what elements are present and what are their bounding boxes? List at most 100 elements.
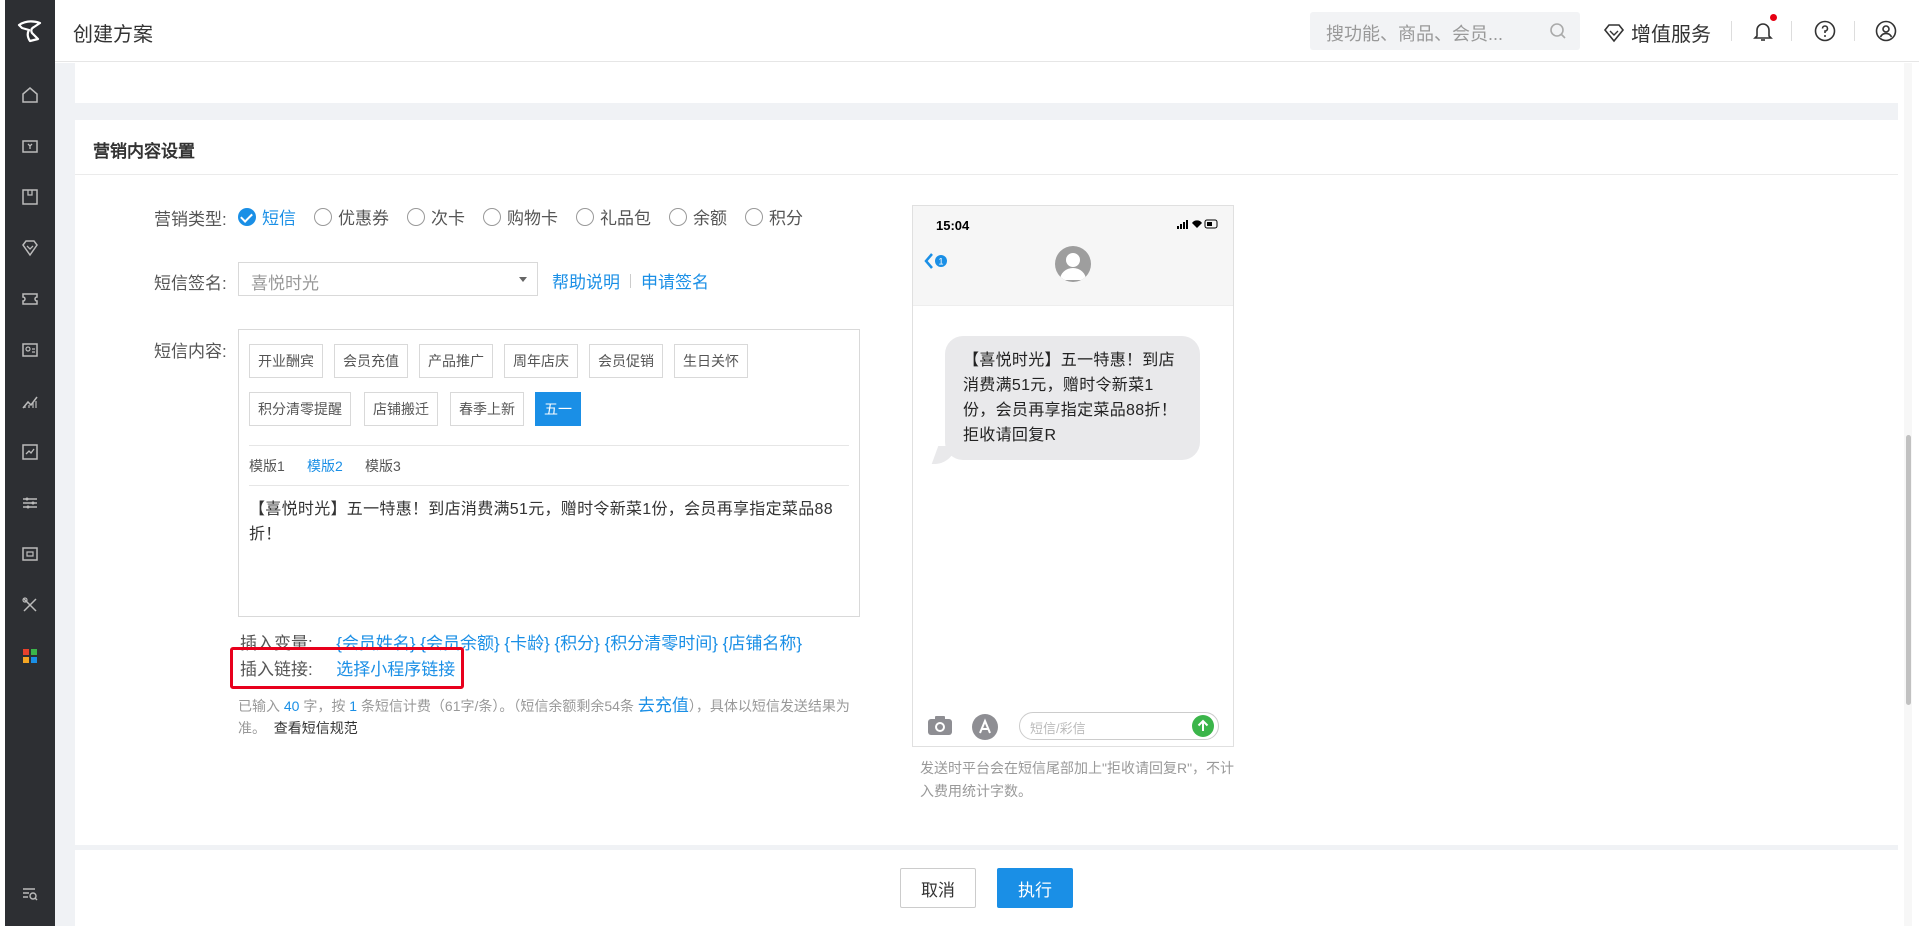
phone-preview: 15:04 1 【喜悦时光】五一特惠！到店消费满51元，赠时令新菜1份，会员再享… (912, 205, 1234, 747)
search-box[interactable]: 搜功能、商品、会员... (1310, 12, 1580, 50)
sms-textarea[interactable]: 【喜悦时光】五一特惠！到店消费满51元，赠时令新菜1份，会员再享指定菜品88折！ (249, 497, 849, 547)
note-text: 字，按 (303, 698, 346, 714)
report-icon[interactable] (5, 432, 55, 472)
highlight-box (230, 647, 464, 689)
phone-footnote: 发送时平台会在短信尾部加上"拒收请回复R"，不计入费用统计字数。 (920, 760, 1235, 799)
goods-icon[interactable] (5, 177, 55, 217)
tag-button[interactable]: 产品推广 (419, 344, 493, 378)
message-bubble: 【喜悦时光】五一特惠！到店消费满51元，赠时令新菜1份，会员再享指定菜品88折！… (945, 336, 1200, 460)
stats-icon[interactable] (5, 381, 55, 421)
chevron-down-icon (519, 277, 527, 282)
section-title: 营销内容设置 (93, 142, 195, 161)
radio-gift-pack[interactable]: 礼品包 (576, 204, 651, 229)
cashier-icon[interactable] (5, 126, 55, 166)
radio-shopping-card[interactable]: 购物卡 (483, 204, 558, 229)
radio-circle (669, 207, 687, 226)
tag-button[interactable]: 春季上新 (450, 392, 524, 426)
radio-balance[interactable]: 余额 (669, 204, 727, 229)
radio-label: 优惠券 (338, 209, 389, 228)
signal-wifi-battery-icon (1177, 219, 1219, 232)
variable-link[interactable]: {店铺名称} (723, 634, 802, 653)
template-tab[interactable]: 模版1 (249, 456, 285, 476)
logo-icon[interactable] (5, 0, 55, 62)
user-avatar-icon[interactable] (1872, 17, 1900, 45)
unread-badge: 1 (938, 257, 943, 267)
input-placeholder: 短信/彩信 (1030, 721, 1086, 736)
tag-button[interactable]: 周年店庆 (504, 344, 578, 378)
diamond-icon (1603, 23, 1625, 42)
phone-message-input: 短信/彩信 (1019, 712, 1219, 740)
tag-button[interactable]: 积分清零提醒 (249, 392, 351, 426)
check-icon (238, 207, 256, 226)
camera-icon (928, 716, 952, 735)
radio-label: 礼品包 (600, 209, 651, 228)
template-tab-active[interactable]: 模版2 (307, 456, 343, 476)
vas-label: 增值服务 (1631, 24, 1711, 46)
radio-label: 购物卡 (507, 209, 558, 228)
signature-links: 帮助说明 申请签名 (552, 268, 709, 293)
home-icon[interactable] (5, 75, 55, 115)
search-input[interactable]: 搜功能、商品、会员... (1326, 20, 1503, 46)
previous-panel (75, 63, 1898, 103)
tag-button[interactable]: 开业酬宾 (249, 344, 323, 378)
char-count-note: 已输入 40 字，按 1 条短信计费（61字/条）。（短信余额剩余54条 去充值… (238, 695, 860, 739)
divider (1791, 21, 1792, 41)
signature-select[interactable]: 喜悦时光 (238, 262, 538, 296)
back-icon: 1 (923, 251, 951, 274)
divider (75, 174, 1898, 175)
tag-button[interactable]: 会员充值 (334, 344, 408, 378)
note-text: 已输入 (238, 698, 280, 714)
notification-dot (1770, 14, 1777, 21)
radio-label: 余额 (693, 209, 727, 228)
recharge-link[interactable]: 去充值 (638, 696, 689, 715)
type-label: 营销类型: (154, 210, 227, 229)
search-list-icon[interactable] (5, 874, 55, 914)
variable-link[interactable]: {卡龄} (504, 634, 549, 653)
contact-avatar-icon (1055, 246, 1091, 282)
scrollbar-thumb[interactable] (1906, 435, 1911, 705)
tag-button[interactable]: 店铺搬迁 (364, 392, 438, 426)
member-card-icon[interactable] (5, 330, 55, 370)
coupon-icon[interactable] (5, 279, 55, 319)
radio-times-card[interactable]: 次卡 (407, 204, 465, 229)
settings-icon[interactable] (5, 483, 55, 523)
divider (249, 445, 849, 446)
template-tab[interactable]: 模版3 (365, 456, 401, 476)
divider (1854, 21, 1855, 41)
radio-label: 短信 (262, 209, 296, 228)
tag-button-active[interactable]: 五一 (535, 392, 581, 426)
char-count: 40 (283, 698, 300, 714)
radio-circle (483, 207, 501, 226)
sidebar (5, 0, 55, 926)
apps-icon[interactable] (5, 636, 55, 676)
bell-icon[interactable] (1749, 17, 1777, 45)
send-icon (1192, 715, 1214, 737)
radio-sms[interactable]: 短信 (238, 204, 296, 229)
help-icon[interactable] (1811, 17, 1839, 45)
variable-link[interactable]: {积分清零时间} (605, 634, 718, 653)
search-icon[interactable] (1548, 21, 1568, 41)
tag-button[interactable]: 会员促销 (589, 344, 663, 378)
signature-value: 喜悦时光 (251, 274, 319, 293)
device-icon[interactable] (5, 534, 55, 574)
tools-icon[interactable] (5, 585, 55, 625)
cancel-button[interactable]: 取消 (900, 868, 976, 908)
footer-bar: 取消 执行 (75, 850, 1898, 926)
vip-icon[interactable] (5, 228, 55, 268)
help-link[interactable]: 帮助说明 (552, 268, 620, 293)
execute-button[interactable]: 执行 (997, 868, 1073, 908)
variable-link[interactable]: {积分} (554, 634, 599, 653)
radio-points[interactable]: 积分 (745, 204, 803, 229)
tag-button[interactable]: 生日关怀 (674, 344, 748, 378)
app-store-icon (972, 714, 998, 740)
apply-signature-link[interactable]: 申请签名 (641, 268, 709, 293)
msg-count: 1 (349, 698, 358, 714)
value-added-services-button[interactable]: 增值服务 (1603, 18, 1711, 47)
page-title: 创建方案 (73, 24, 153, 46)
sms-rules-link[interactable]: 查看短信规范 (274, 720, 358, 736)
note-text: 条短信计费（61字/条）。（短信余额剩余54条 (360, 698, 634, 714)
radio-coupon[interactable]: 优惠券 (314, 204, 389, 229)
content-label: 短信内容: (154, 342, 227, 361)
radio-circle (576, 207, 594, 226)
phone-time: 15:04 (936, 218, 970, 233)
